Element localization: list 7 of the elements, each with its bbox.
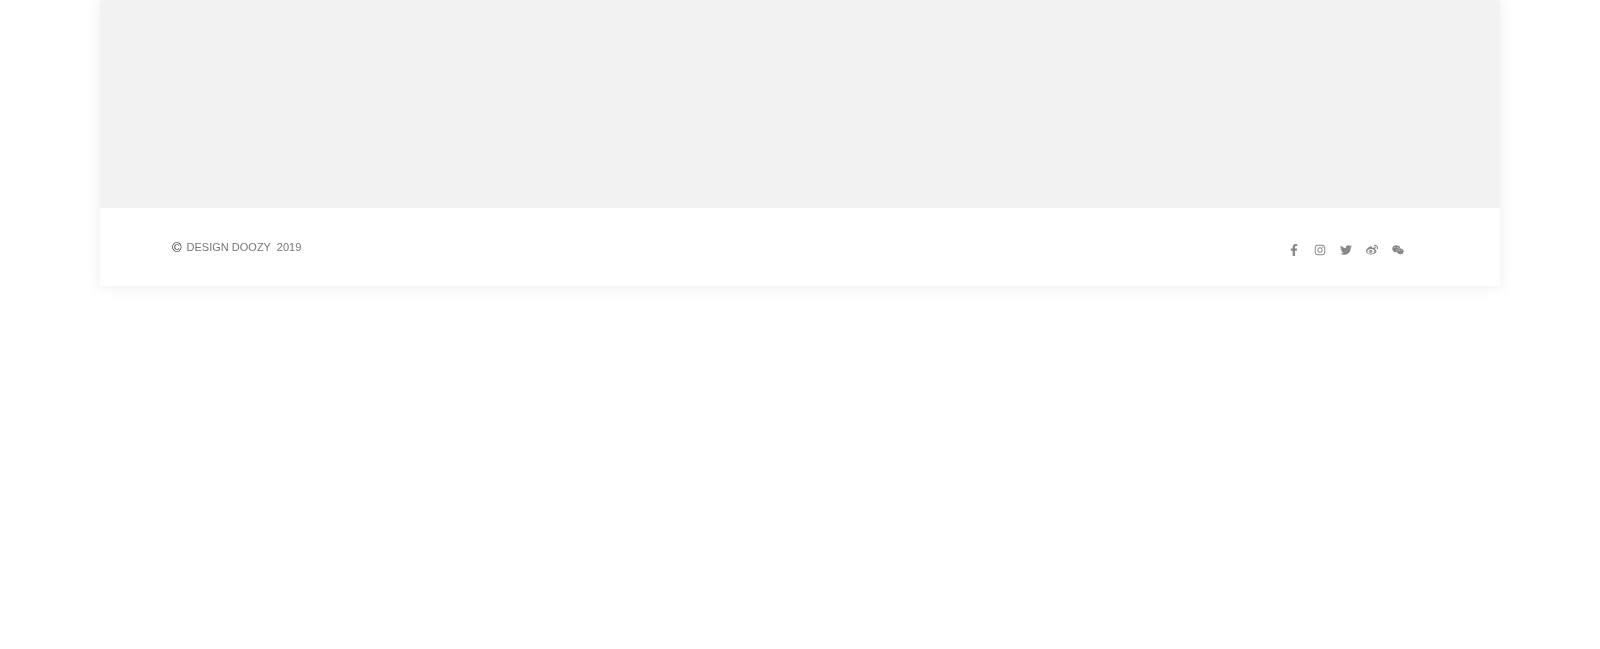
facebook-icon[interactable] xyxy=(1288,244,1300,256)
bird-icon[interactable] xyxy=(1340,244,1352,256)
instagram-icon[interactable] xyxy=(1314,244,1326,256)
chat-bubbles-icon[interactable] xyxy=(1392,244,1404,256)
copyright-text: DESIGN DOOZY 2019 xyxy=(186,239,302,255)
copyright-symbol: © xyxy=(172,240,182,254)
weibo-icon[interactable] xyxy=(1366,244,1378,256)
